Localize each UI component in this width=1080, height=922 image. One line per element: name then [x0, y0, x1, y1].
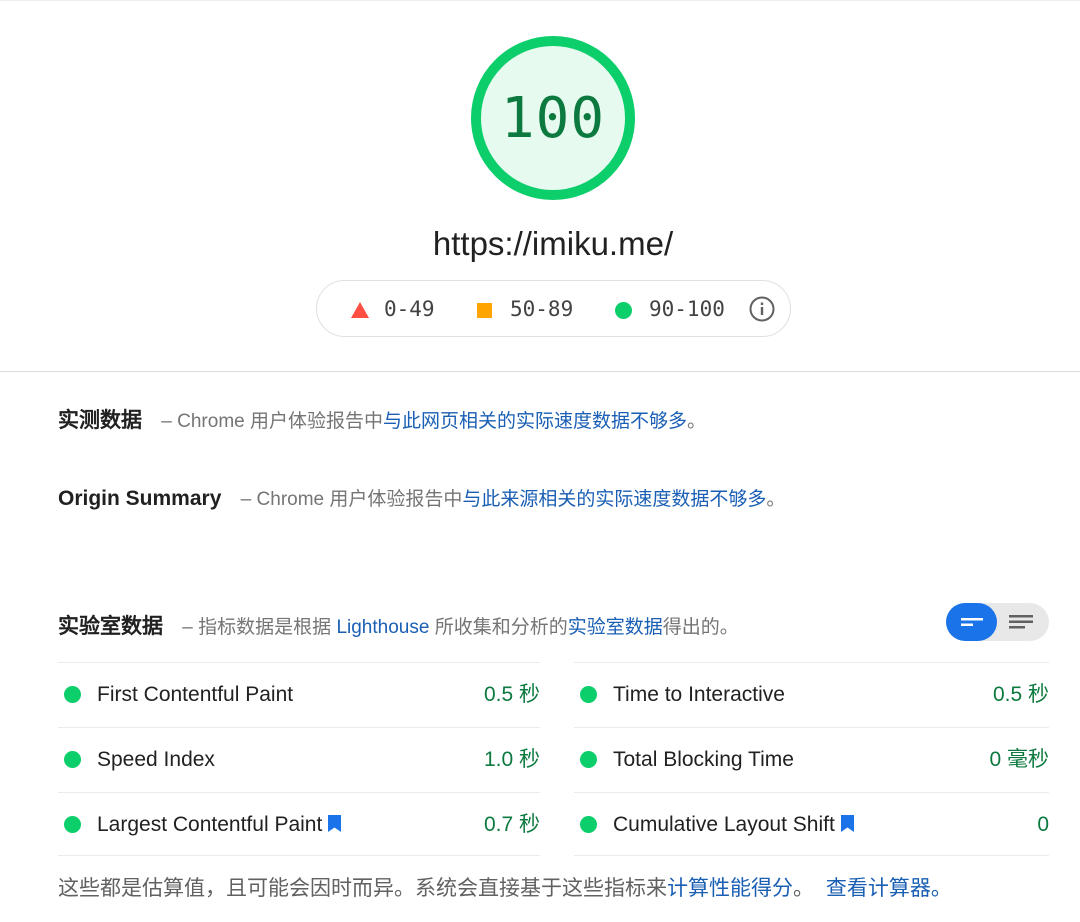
- pass-circle-icon: [580, 816, 597, 833]
- field-data-prefix: Chrome 用户体验报告中: [177, 411, 383, 432]
- field-data-link[interactable]: 与此网页相关的实际速度数据不够多: [383, 411, 687, 432]
- expanded-view-lines-icon[interactable]: [1008, 613, 1034, 631]
- average-square-icon: [477, 303, 492, 318]
- metric-value: 1.0 秒: [483, 748, 540, 771]
- metric-label-wrap: Cumulative Layout Shift: [613, 810, 854, 840]
- metric-view-toggle[interactable]: [946, 603, 1049, 641]
- metric-label: Total Blocking Time: [613, 748, 794, 771]
- metric-value: 0: [1037, 813, 1049, 836]
- lab-data-prefix: 指标数据是根据: [198, 617, 332, 638]
- short-lines-icon: [961, 618, 983, 626]
- metric-label: Largest Contentful Paint: [97, 813, 323, 836]
- top-border: [0, 0, 1080, 1]
- collapsed-view-button[interactable]: [946, 603, 997, 641]
- origin-summary-dash: –: [240, 489, 252, 510]
- metric-time-to-interactive: Time to Interactive 0.5 秒: [574, 662, 1049, 726]
- origin-summary-prefix: Chrome 用户体验报告中: [256, 489, 463, 510]
- lab-data-title: 实验室数据: [58, 615, 163, 638]
- metric-label: Speed Index: [97, 748, 215, 771]
- report-url: https://imiku.me/: [432, 225, 674, 262]
- metric-largest-contentful-paint: Largest Contentful Paint 0.7 秒: [58, 792, 540, 856]
- metric-value: 0.7 秒: [483, 813, 540, 836]
- info-icon[interactable]: [749, 296, 775, 322]
- metric-speed-index: Speed Index 1.0 秒: [58, 727, 540, 791]
- bookmark-icon: [328, 815, 342, 832]
- fail-triangle-icon: [351, 302, 369, 318]
- metric-total-blocking-time: Total Blocking Time 0 毫秒: [574, 727, 1049, 791]
- metric-value: 0 毫秒: [989, 748, 1049, 771]
- performance-score-link[interactable]: 计算性能得分: [667, 877, 793, 900]
- metric-first-contentful-paint: First Contentful Paint 0.5 秒: [58, 662, 540, 726]
- pass-circle-icon: [580, 686, 597, 703]
- field-data-title: 实测数据: [58, 409, 142, 432]
- score-legend: 0-49 50-89 90-100: [316, 280, 791, 337]
- metric-label-wrap: Largest Contentful Paint: [97, 810, 342, 840]
- performance-score: 100: [500, 86, 606, 151]
- field-data-section: 实测数据 – Chrome 用户体验报告中与此网页相关的实际速度数据不够多。: [58, 407, 706, 436]
- legend-fail-range: 0-49: [384, 297, 435, 321]
- section-divider: [0, 371, 1080, 372]
- estimate-note-sep: 。: [793, 877, 814, 900]
- metric-cumulative-layout-shift: Cumulative Layout Shift 0: [574, 792, 1049, 856]
- pass-circle-icon: [64, 751, 81, 768]
- origin-summary-section: Origin Summary – Chrome 用户体验报告中与此来源相关的实际…: [58, 485, 785, 514]
- origin-summary-suffix: 。: [766, 489, 786, 510]
- field-data-dash: –: [161, 411, 172, 432]
- metric-label: Cumulative Layout Shift: [613, 813, 835, 836]
- legend-pass-range: 90-100: [649, 297, 725, 321]
- pass-circle-icon: [64, 686, 81, 703]
- legend-average-range: 50-89: [510, 297, 574, 321]
- metric-value: 0.5 秒: [992, 683, 1049, 706]
- lab-data-section: 实验室数据 – 指标数据是根据 Lighthouse 所收集和分析的实验室数据得…: [58, 613, 739, 642]
- lab-data-dash: –: [182, 617, 193, 638]
- metric-value: 0.5 秒: [483, 683, 540, 706]
- lab-data-suffix: 得出的。: [662, 617, 739, 638]
- estimate-note-text: 这些都是估算值，且可能会因时而异。系统会直接基于这些指标来: [58, 877, 667, 900]
- lab-data-link[interactable]: 实验室数据: [568, 617, 663, 638]
- estimate-note: 这些都是估算值，且可能会因时而异。系统会直接基于这些指标来计算性能得分。 查看计…: [58, 874, 952, 904]
- metric-label: First Contentful Paint: [97, 683, 294, 706]
- field-data-suffix: 。: [687, 411, 707, 432]
- pass-circle-icon: [615, 302, 632, 319]
- lighthouse-link[interactable]: Lighthouse: [336, 617, 429, 638]
- bookmark-icon: [840, 815, 854, 832]
- origin-summary-title: Origin Summary: [58, 487, 222, 510]
- metric-label: Time to Interactive: [613, 683, 785, 706]
- origin-summary-link[interactable]: 与此来源相关的实际速度数据不够多: [462, 489, 766, 510]
- calculator-link[interactable]: 查看计算器。: [826, 877, 952, 900]
- lab-data-middle: 所收集和分析的: [434, 617, 568, 638]
- pass-circle-icon: [64, 816, 81, 833]
- pass-circle-icon: [580, 751, 597, 768]
